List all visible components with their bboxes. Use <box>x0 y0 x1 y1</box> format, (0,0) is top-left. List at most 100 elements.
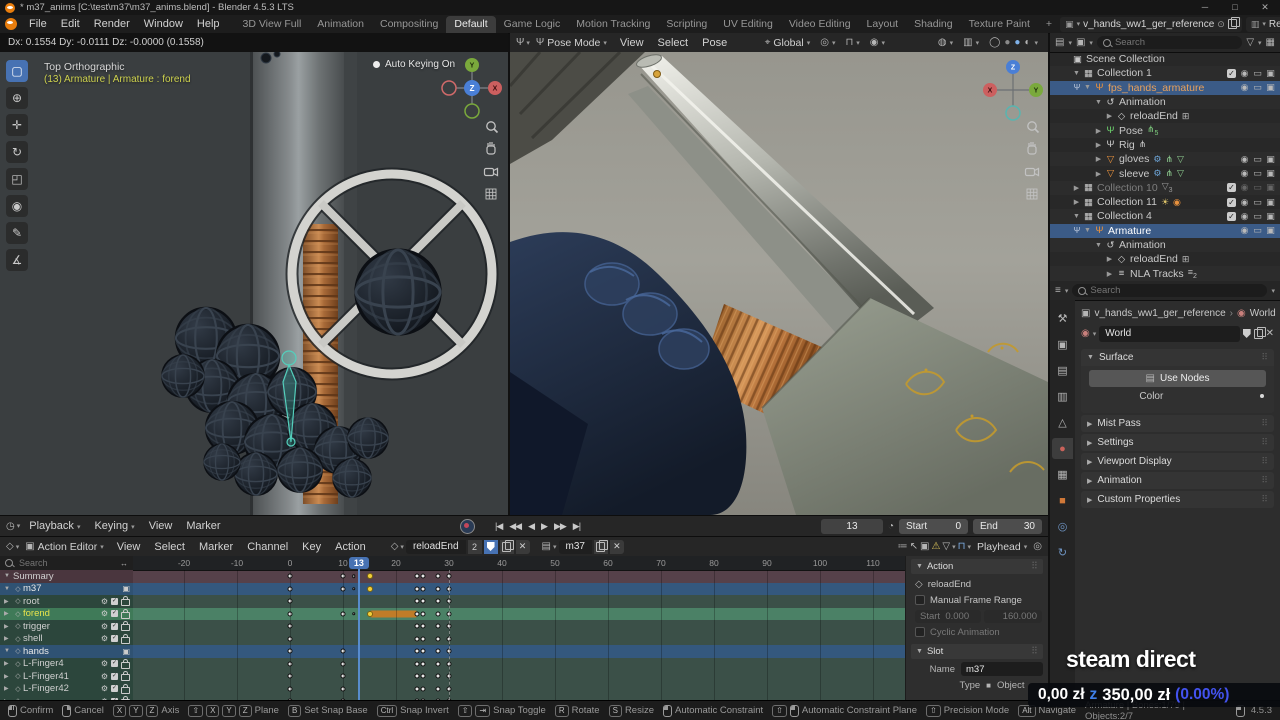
mode-selector[interactable]: Ψ Pose Mode▾ <box>532 37 611 49</box>
checkbox[interactable]: ✓ <box>1227 198 1236 207</box>
panel-header-mist-pass[interactable]: ▶Mist Pass⠿ <box>1081 415 1274 432</box>
menu-file[interactable]: File <box>22 18 54 30</box>
solo-icon[interactable]: ▣ <box>122 647 130 656</box>
channel-row-l-finger41[interactable]: ▶◇L-Finger41⚙✓ <box>0 670 133 683</box>
scene-selector[interactable]: ▣▾ v_hands_ww1_ger_reference ⊙ <box>1060 17 1242 32</box>
modifier-icon[interactable]: ⚙ <box>101 684 108 693</box>
prev-key-button[interactable]: ◀◀ <box>506 519 524 534</box>
animate-dot-icon[interactable] <box>1260 394 1264 398</box>
keyframe[interactable] <box>367 611 373 617</box>
next-key-button[interactable]: ▶▶ <box>551 519 569 534</box>
properties-tab-collection[interactable]: ▦ <box>1052 464 1073 485</box>
properties-tab-physics[interactable]: ↻ <box>1052 542 1073 563</box>
play-reverse-button[interactable]: ◀ <box>525 519 537 534</box>
outliner-row-collection-1[interactable]: ▼▦Collection 1✓◉▭▣ <box>1050 66 1280 80</box>
keyframe[interactable] <box>436 586 441 591</box>
jump-end-button[interactable]: ▶| <box>570 519 583 534</box>
screen-icon[interactable]: ▭ <box>1251 82 1264 93</box>
screen-icon[interactable]: ▭ <box>1251 182 1264 193</box>
lock-icon[interactable] <box>121 674 130 681</box>
channel-enable-checkbox[interactable]: ✓ <box>111 610 118 617</box>
blender-menu-icon[interactable] <box>5 18 17 30</box>
camera-icon[interactable]: ▣ <box>1264 182 1277 193</box>
outliner-row-reloadend[interactable]: ▶◇reloadEnd⊞ <box>1050 109 1280 123</box>
channel-row-forend[interactable]: ▶◇forend⚙✓ <box>0 608 133 621</box>
eye-icon[interactable]: ◉ <box>1238 82 1251 93</box>
screen-icon[interactable]: ▭ <box>1251 197 1264 208</box>
keyframe[interactable] <box>415 611 420 616</box>
keyframe[interactable] <box>420 661 425 666</box>
outliner-row-collection-4[interactable]: ▼▦Collection 4✓◉▭▣ <box>1050 209 1280 223</box>
3d-scene-top-view[interactable]: Y X Z <box>0 52 508 515</box>
tab-uv-editing[interactable]: UV Editing <box>715 16 781 33</box>
eye-icon[interactable]: ◉ <box>1238 168 1251 179</box>
expand-icon[interactable]: ▼ <box>1093 99 1104 106</box>
expand-icon[interactable]: ▶ <box>1093 141 1104 149</box>
modifier-icon[interactable]: ⚙ <box>101 622 108 631</box>
expand-icon[interactable]: ▶ <box>4 598 13 605</box>
modifier-icon[interactable]: ⚙ <box>101 659 108 668</box>
modifier-icon[interactable]: ⚙ <box>101 609 108 618</box>
dopesheet-menu-marker[interactable]: Marker <box>192 541 240 553</box>
tab-compositing[interactable]: Compositing <box>372 16 446 33</box>
screen-icon[interactable]: ▭ <box>1251 225 1264 236</box>
tab-game-logic[interactable]: Game Logic <box>496 16 569 33</box>
expand-icon[interactable]: ▶ <box>1071 198 1082 206</box>
dopesheet-menu-select[interactable]: Select <box>147 541 192 553</box>
timeline-menu-playback[interactable]: Playback ▾ <box>22 520 87 532</box>
lock-icon[interactable] <box>121 637 130 644</box>
keyframe[interactable] <box>436 661 441 666</box>
snap-toggle[interactable]: ⊓▾ <box>841 37 863 48</box>
keyframe[interactable] <box>420 599 425 604</box>
lock-icon[interactable] <box>121 599 130 606</box>
eye-icon[interactable]: ◉ <box>1238 197 1251 208</box>
properties-tab-view-layer[interactable]: ▥ <box>1052 386 1073 407</box>
channel-search-input[interactable] <box>17 557 116 569</box>
playhead-frame-badge[interactable]: 13 <box>349 557 369 569</box>
expand-icon[interactable]: ▶ <box>4 623 13 630</box>
keyframe[interactable] <box>420 649 425 654</box>
channel-row-summary[interactable]: ▼Summary <box>0 570 133 583</box>
tab-animation[interactable]: Animation <box>309 16 372 33</box>
unlink-slot-button[interactable]: ✕ <box>610 540 624 554</box>
overlays-toggle[interactable]: ◍▾ <box>934 37 957 48</box>
keyframe[interactable] <box>420 611 425 616</box>
outliner-row-armature[interactable]: Ψ▼ΨArmature◉▭▣ <box>1050 224 1280 238</box>
surface-panel-header[interactable]: ▼Surface⠿ <box>1081 349 1274 366</box>
panel-header-animation[interactable]: ▶Animation⠿ <box>1081 472 1274 489</box>
outliner-row-scene-collection[interactable]: ▣Scene Collection <box>1050 52 1280 66</box>
camera-icon[interactable]: ▣ <box>1264 225 1277 236</box>
screen-icon[interactable]: ▭ <box>1251 154 1264 165</box>
measure-tool[interactable]: ∡ <box>6 249 28 271</box>
timeline-menu-keying[interactable]: Keying ▾ <box>87 520 141 532</box>
channel-row-l-finger42[interactable]: ▶◇L-Finger42⚙✓ <box>0 683 133 696</box>
tab-scripting[interactable]: Scripting <box>658 16 715 33</box>
tab-motion-tracking[interactable]: Motion Tracking <box>568 16 658 33</box>
outliner-row-animation[interactable]: ▼↺Animation <box>1050 238 1280 252</box>
solo-icon[interactable]: ▣ <box>122 584 130 593</box>
lock-icon[interactable] <box>121 687 130 694</box>
tab-item[interactable]: + <box>1038 16 1060 33</box>
expand-icon[interactable]: ▶ <box>1093 127 1104 135</box>
keyframe[interactable] <box>436 674 441 679</box>
keyframe[interactable] <box>420 674 425 679</box>
panel-header-settings[interactable]: ▶Settings⠿ <box>1081 434 1274 451</box>
modifier-icon[interactable]: ⚙ <box>101 597 108 606</box>
keyframe[interactable] <box>415 661 420 666</box>
expand-icon[interactable]: ▶ <box>1104 270 1115 278</box>
annotate-tool[interactable]: ✎ <box>6 222 28 244</box>
channel-enable-checkbox[interactable]: ✓ <box>111 623 118 630</box>
keyframe[interactable] <box>415 649 420 654</box>
viewport-menu-view[interactable]: View <box>613 37 651 49</box>
menu-render[interactable]: Render <box>87 18 137 30</box>
channel-row-shell[interactable]: ▶◇shell⚙✓ <box>0 633 133 646</box>
menu-edit[interactable]: Edit <box>54 18 87 30</box>
tab-default[interactable]: Default <box>446 16 495 33</box>
select-box-tool[interactable]: ▢ <box>6 60 28 82</box>
keyframe[interactable] <box>436 611 441 616</box>
channel-enable-checkbox[interactable]: ✓ <box>111 673 118 680</box>
keyframe[interactable] <box>352 587 356 591</box>
keyframe[interactable] <box>436 636 441 641</box>
properties-search-input[interactable] <box>1090 285 1261 296</box>
checkbox[interactable]: ✓ <box>1227 183 1236 192</box>
